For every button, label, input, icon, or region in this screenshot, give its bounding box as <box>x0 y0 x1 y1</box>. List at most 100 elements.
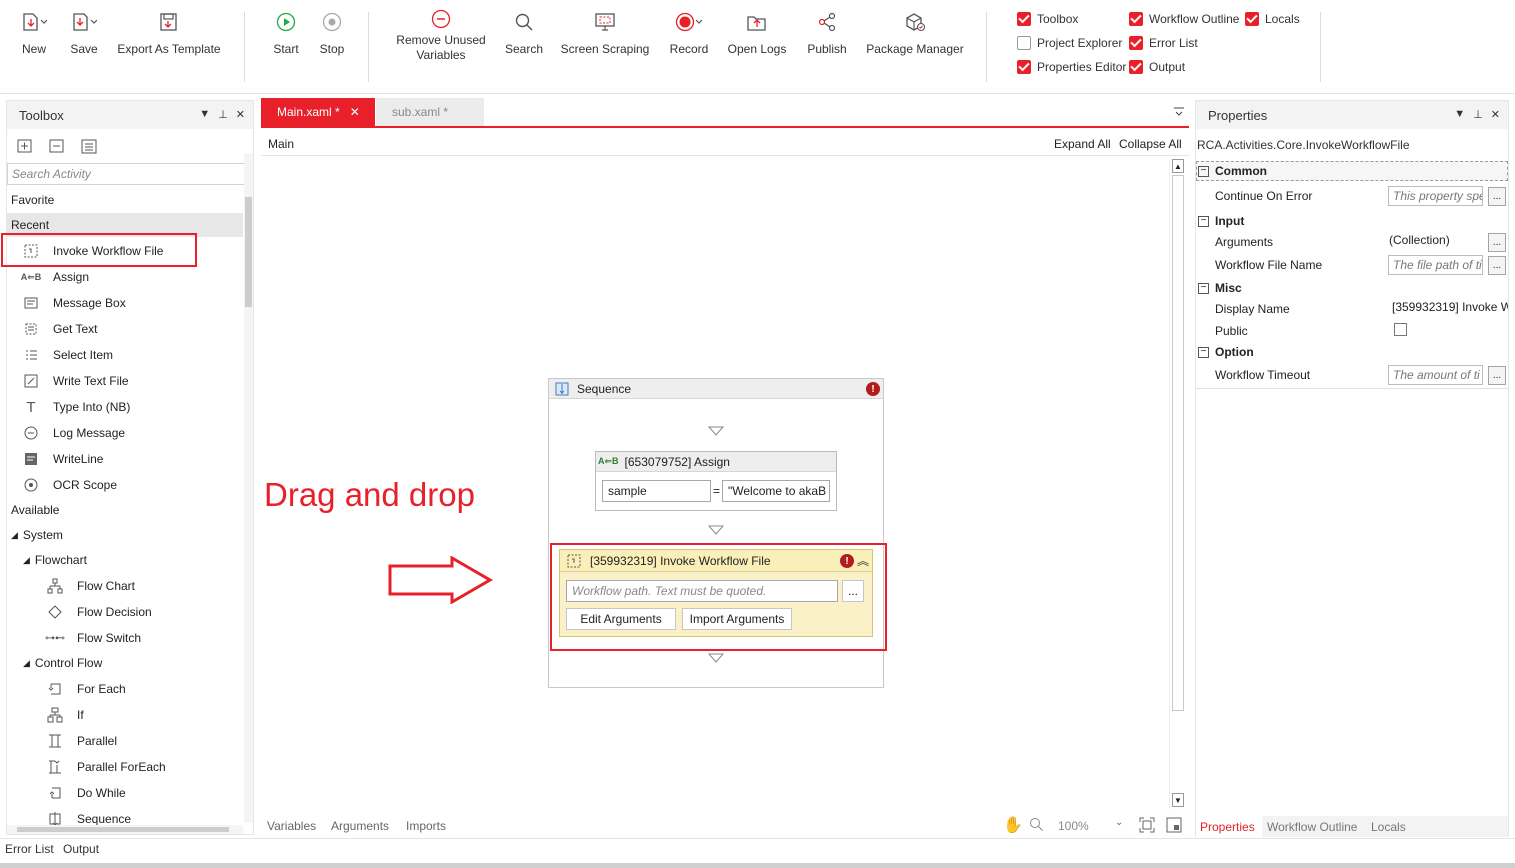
hand-pan-icon[interactable]: ✋ <box>1003 815 1023 835</box>
toolbox-item-flow-decision[interactable]: Flow Decision <box>47 604 152 620</box>
toolbox-vertical-scrollbar[interactable] <box>244 153 253 823</box>
breadcrumb[interactable]: Main <box>268 137 294 151</box>
expand-all-link[interactable]: Expand All <box>1054 137 1111 151</box>
export-template-button[interactable]: Export As Template <box>116 8 222 57</box>
category-favorite[interactable]: Favorite <box>11 193 54 207</box>
tab-workflow-outline[interactable]: Workflow Outline <box>1267 820 1357 834</box>
assign-header[interactable]: A⇐B [653079752] Assign <box>596 452 836 472</box>
output-tab[interactable]: Output <box>63 842 99 856</box>
category-flowchart[interactable]: ◢ Flowchart <box>23 553 87 567</box>
display-name-input[interactable]: [359932319] Invoke W <box>1392 300 1508 314</box>
toggle-locals[interactable]: Locals <box>1245 12 1300 26</box>
checkbox-checked[interactable] <box>1017 12 1031 26</box>
search-button[interactable]: Search <box>504 8 544 57</box>
save-button[interactable]: Save <box>68 8 100 57</box>
toolbox-item-get-text[interactable]: Get Text <box>23 321 97 337</box>
overview-icon[interactable] <box>1166 817 1182 833</box>
error-icon[interactable]: ! <box>866 382 880 396</box>
collapse-box-icon[interactable]: − <box>1198 165 1209 177</box>
toolbox-item-select-item[interactable]: Select Item <box>23 347 113 363</box>
toggle-toolbox[interactable]: Toolbox <box>1017 12 1078 26</box>
package-manager-button[interactable]: Package Manager <box>866 8 964 57</box>
open-logs-button[interactable]: Open Logs <box>726 8 788 57</box>
toggle-properties-editor[interactable]: Properties Editor <box>1017 60 1126 74</box>
tab-locals[interactable]: Locals <box>1371 820 1406 834</box>
drop-target-arrow-icon[interactable] <box>708 653 724 663</box>
workflow-timeout-input[interactable]: The amount of ti <box>1388 365 1483 385</box>
assign-to-field[interactable]: sample <box>602 480 711 502</box>
toggle-workflow-outline[interactable]: Workflow Outline <box>1129 12 1239 26</box>
checkbox-checked[interactable] <box>1017 60 1031 74</box>
toolbox-item-message-box[interactable]: Message Box <box>23 295 126 311</box>
public-checkbox[interactable] <box>1394 323 1407 336</box>
close-tab-icon[interactable]: ✕ <box>350 105 360 119</box>
tab-properties[interactable]: Properties <box>1196 816 1262 837</box>
category-option[interactable]: − Option <box>1198 345 1254 359</box>
checkbox-checked[interactable] <box>1129 12 1143 26</box>
toolbox-item-flow-switch[interactable]: ⊶⊷ Flow Switch <box>45 630 141 646</box>
expand-all-icon[interactable] <box>17 139 35 155</box>
toolbox-item-parallel-foreach[interactable]: Parallel ForEach <box>47 759 166 775</box>
assign-value-field[interactable]: "Welcome to akaB <box>722 480 830 502</box>
fit-to-screen-icon[interactable] <box>1139 817 1155 833</box>
new-button[interactable]: New <box>18 8 50 57</box>
scroll-down-icon[interactable]: ▼ <box>1172 793 1184 807</box>
category-input[interactable]: − Input <box>1198 214 1244 228</box>
checkbox-checked[interactable] <box>1245 12 1259 26</box>
workflow-file-name-browse-button[interactable]: ... <box>1488 256 1506 275</box>
toolbox-item-assign[interactable]: A⇐B Assign <box>21 269 89 285</box>
zoom-dropdown-icon[interactable]: ⌄ <box>1115 817 1123 828</box>
continue-on-error-browse-button[interactable]: ... <box>1488 187 1506 206</box>
start-button[interactable]: Start <box>270 8 302 57</box>
scroll-up-icon[interactable]: ▲ <box>1172 159 1184 173</box>
tab-main-xaml[interactable]: Main.xaml * ✕ <box>261 98 375 126</box>
workflow-file-name-input[interactable]: The file path of ti <box>1388 255 1483 275</box>
toolbox-item-ocr-scope[interactable]: OCR Scope <box>23 477 117 493</box>
toolbox-item-parallel[interactable]: Parallel <box>47 733 117 749</box>
record-button[interactable]: Record <box>668 8 710 57</box>
toolbox-item-write-text-file[interactable]: Write Text File <box>23 373 129 389</box>
category-available[interactable]: Available <box>11 503 59 517</box>
collapse-all-icon[interactable] <box>49 139 67 155</box>
drop-target-arrow-icon[interactable] <box>708 426 724 436</box>
toggle-project-explorer[interactable]: Project Explorer <box>1017 36 1122 50</box>
search-activity-input[interactable]: Search Activity <box>7 163 253 185</box>
toolbox-item-flow-chart[interactable]: Flow Chart <box>47 578 135 594</box>
sequence-header[interactable]: Sequence ! <box>549 379 883 399</box>
close-icon[interactable]: ✕ <box>236 108 245 121</box>
checkbox-checked[interactable] <box>1129 36 1143 50</box>
drop-target-arrow-icon[interactable] <box>708 525 724 535</box>
tab-sub-xaml[interactable]: sub.xaml * <box>376 98 484 126</box>
arguments-tab[interactable]: Arguments <box>331 819 389 833</box>
dropdown-arrow-icon[interactable]: ▼ <box>199 108 210 121</box>
zoom-level[interactable]: 100% <box>1058 819 1089 833</box>
toggle-error-list[interactable]: Error List <box>1129 36 1198 50</box>
toolbox-item-type-into[interactable]: T Type Into (NB) <box>23 399 130 416</box>
list-view-icon[interactable] <box>81 139 99 155</box>
dropdown-arrow-icon[interactable]: ▼ <box>1454 108 1465 121</box>
checkbox-unchecked[interactable] <box>1017 36 1031 50</box>
toggle-output[interactable]: Output <box>1129 60 1185 74</box>
imports-tab[interactable]: Imports <box>406 819 446 833</box>
designer-vertical-scrollbar[interactable]: ▲ ▼ <box>1169 159 1185 809</box>
toolbox-item-if[interactable]: If <box>47 707 84 723</box>
collapse-box-icon[interactable]: − <box>1198 346 1209 358</box>
scrollbar-thumb[interactable] <box>245 197 252 307</box>
pin-icon[interactable]: ⊥ <box>218 108 228 121</box>
error-list-tab[interactable]: Error List <box>5 842 54 856</box>
toolbox-item-for-each[interactable]: For Each <box>47 681 126 697</box>
toolbox-horizontal-scrollbar[interactable] <box>7 825 243 834</box>
collapse-box-icon[interactable]: − <box>1198 282 1209 294</box>
collapse-all-link[interactable]: Collapse All <box>1119 137 1182 151</box>
zoom-search-icon[interactable] <box>1029 817 1045 833</box>
screen-scraping-button[interactable]: Screen Scraping <box>560 8 650 57</box>
stop-button[interactable]: Stop <box>316 8 348 57</box>
assign-activity[interactable]: A⇐B [653079752] Assign sample = "Welcome… <box>595 451 837 511</box>
workflow-timeout-browse-button[interactable]: ... <box>1488 366 1506 385</box>
scrollbar-thumb[interactable] <box>17 827 229 832</box>
collapse-box-icon[interactable]: − <box>1198 215 1209 227</box>
pin-icon[interactable]: ⊥ <box>1473 108 1483 121</box>
arguments-browse-button[interactable]: ... <box>1488 233 1506 252</box>
checkbox-checked[interactable] <box>1129 60 1143 74</box>
toolbox-item-log-message[interactable]: Log Message <box>23 425 125 441</box>
